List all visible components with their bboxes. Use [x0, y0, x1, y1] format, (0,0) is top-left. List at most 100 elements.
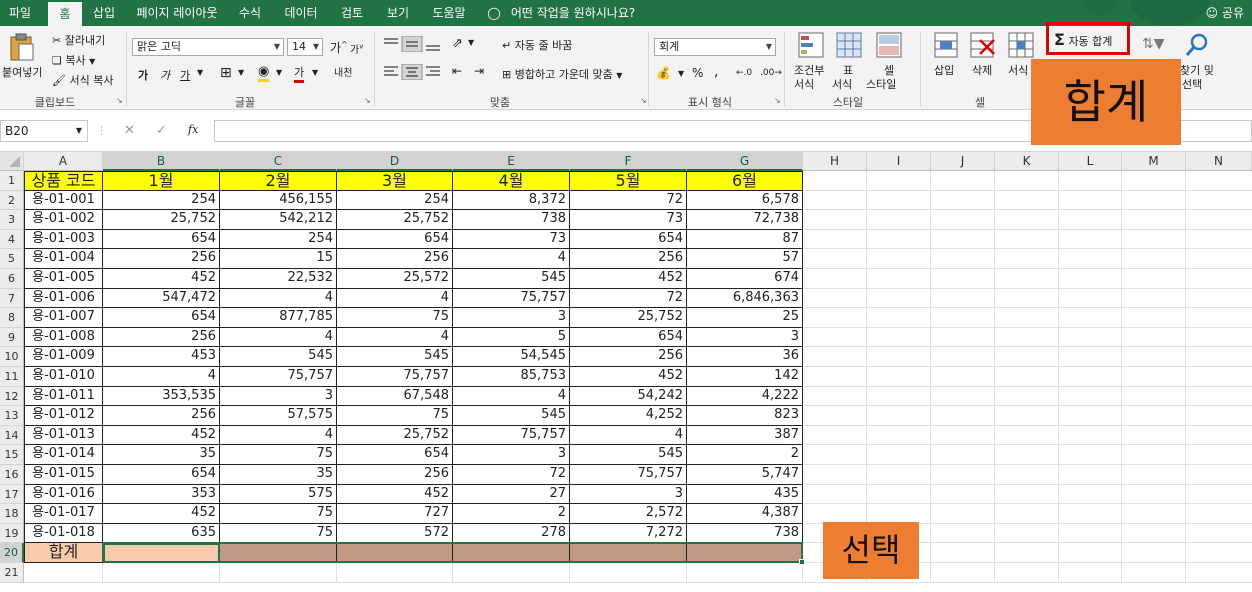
value-cell[interactable]: 25,752 [103, 210, 220, 230]
value-cell[interactable]: 72 [570, 288, 687, 309]
row-header-2[interactable]: 2 [0, 190, 24, 211]
value-cell[interactable]: 353 [103, 484, 220, 505]
row-header-18[interactable]: 18 [0, 504, 24, 524]
value-cell[interactable]: 545 [337, 347, 453, 367]
value-cell[interactable]: 453 [103, 347, 220, 367]
value-cell[interactable]: 256 [570, 249, 687, 269]
column-header-g[interactable]: G [687, 152, 803, 171]
value-cell[interactable]: 25,752 [337, 425, 453, 446]
row-header-13[interactable]: 13 [0, 406, 24, 426]
total-label-cell[interactable]: 합계 [24, 543, 103, 563]
font-name-select[interactable]: 맑은 고딕 ▼ [132, 38, 284, 56]
value-cell[interactable]: 25 [687, 308, 803, 328]
cancel-icon[interactable]: ✕ [124, 123, 135, 138]
paste-icon[interactable] [8, 32, 36, 62]
column-header-l[interactable]: L [1059, 152, 1122, 171]
value-cell[interactable]: 387 [687, 425, 803, 446]
tab-formulas[interactable]: 수식 [230, 0, 270, 26]
value-cell[interactable]: 5 [453, 327, 570, 348]
value-cell[interactable]: 73 [453, 229, 570, 250]
row-header-1[interactable]: 1 [0, 171, 24, 191]
product-code-cell[interactable]: 용-01-004 [24, 249, 103, 269]
product-code-cell[interactable]: 용-01-009 [24, 347, 103, 367]
font-color-button[interactable]: 가 [294, 64, 305, 83]
value-cell[interactable]: 75,757 [220, 367, 337, 387]
horizontal-align-icons[interactable] [382, 64, 444, 80]
value-cell[interactable]: 3 [453, 308, 570, 328]
value-cell[interactable]: 353,535 [103, 386, 220, 407]
value-cell[interactable]: 456,155 [220, 190, 337, 211]
value-cell[interactable]: 4,387 [687, 504, 803, 524]
product-code-cell[interactable]: 용-01-015 [24, 465, 103, 485]
font-size-select[interactable]: 14 ▼ [287, 38, 323, 56]
row-header-11[interactable]: 11 [0, 367, 24, 387]
row-header-3[interactable]: 3 [0, 210, 24, 230]
column-header-f[interactable]: F [570, 152, 687, 171]
value-cell[interactable]: 54,545 [453, 347, 570, 367]
value-cell[interactable]: 73 [570, 210, 687, 230]
indent-increase-icon[interactable]: ⇥ [474, 64, 484, 78]
value-cell[interactable]: 545 [453, 406, 570, 426]
find-select-icon[interactable] [1184, 32, 1210, 58]
value-cell[interactable]: 72 [453, 465, 570, 485]
value-cell[interactable]: 674 [687, 269, 803, 289]
row-header-21[interactable]: 21 [0, 563, 24, 583]
shrink-font-button[interactable]: 가v [350, 41, 363, 56]
row-header-16[interactable]: 16 [0, 465, 24, 485]
merge-center-button[interactable]: ⊞ 병합하고 가운데 맞춤 ▼ [502, 66, 622, 82]
value-cell[interactable]: 6,578 [687, 190, 803, 211]
column-header-e[interactable]: E [453, 152, 570, 171]
insert-button-label[interactable]: 삽입 [934, 62, 954, 78]
row-header-14[interactable]: 14 [0, 425, 24, 446]
cell-styles-label-2[interactable]: 스타일 [866, 76, 896, 92]
row-header-10[interactable]: 10 [0, 347, 24, 367]
value-cell[interactable]: 635 [103, 523, 220, 544]
worksheet-grid[interactable]: ABCDEFGHIJKLMN 1 2 3 4 5 6 7 8 9 10 11 12 13 14 15 16 17… [0, 152, 1252, 592]
value-cell[interactable]: 256 [103, 406, 220, 426]
product-code-cell[interactable]: 용-01-012 [24, 406, 103, 426]
value-cell[interactable]: 142 [687, 367, 803, 387]
value-cell[interactable]: 254 [220, 229, 337, 250]
value-cell[interactable]: 452 [570, 367, 687, 387]
row-header-9[interactable]: 9 [0, 327, 24, 348]
insert-cells-icon[interactable] [934, 32, 958, 58]
value-cell[interactable]: 75,757 [453, 288, 570, 309]
tab-page-layout[interactable]: 페이지 레이아웃 [130, 0, 224, 26]
vertical-align-icons[interactable] [382, 36, 444, 52]
value-cell[interactable]: 75 [337, 308, 453, 328]
phonetic-guide-button[interactable]: 내천 [334, 64, 352, 79]
value-cell[interactable]: 256 [103, 327, 220, 348]
tab-data[interactable]: 데이터 [278, 0, 324, 26]
orientation-icon[interactable]: ⇗ [452, 36, 463, 51]
product-code-cell[interactable]: 용-01-010 [24, 367, 103, 387]
value-cell[interactable]: 5,747 [687, 465, 803, 485]
row-header-8[interactable]: 8 [0, 308, 24, 328]
value-cell[interactable]: 2 [687, 445, 803, 465]
value-cell[interactable]: 4 [337, 288, 453, 309]
value-cell[interactable]: 727 [337, 504, 453, 524]
value-cell[interactable]: 256 [337, 465, 453, 485]
share-button[interactable]: ☺ 공유 [1206, 0, 1244, 26]
value-cell[interactable]: 654 [103, 308, 220, 328]
fill-color-icon[interactable]: ◉ [258, 64, 270, 82]
value-cell[interactable]: 4 [220, 425, 337, 446]
cut-button[interactable]: ✂ 잘라내기 [52, 32, 105, 48]
column-header-m[interactable]: M [1122, 152, 1186, 171]
header-cell[interactable]: 5월 [570, 171, 687, 191]
indent-decrease-icon[interactable]: ⇤ [452, 64, 462, 78]
value-cell[interactable]: 256 [570, 347, 687, 367]
chevron-down-icon[interactable]: ▼ [197, 68, 203, 77]
cell-styles-icon[interactable] [876, 32, 902, 58]
value-cell[interactable]: 545 [220, 347, 337, 367]
format-painter-button[interactable]: 🖌 서식 복사 [52, 72, 113, 88]
value-cell[interactable]: 7,272 [570, 523, 687, 544]
value-cell[interactable]: 57 [687, 249, 803, 269]
value-cell[interactable]: 75,757 [453, 425, 570, 446]
value-cell[interactable]: 575 [220, 484, 337, 505]
value-cell[interactable]: 4 [570, 425, 687, 446]
value-cell[interactable]: 25,752 [337, 210, 453, 230]
grow-font-button[interactable]: 가^ [330, 39, 348, 56]
header-cell[interactable]: 3월 [337, 171, 453, 191]
format-button-label[interactable]: 서식 [1008, 62, 1028, 78]
column-header-j[interactable]: J [931, 152, 995, 171]
